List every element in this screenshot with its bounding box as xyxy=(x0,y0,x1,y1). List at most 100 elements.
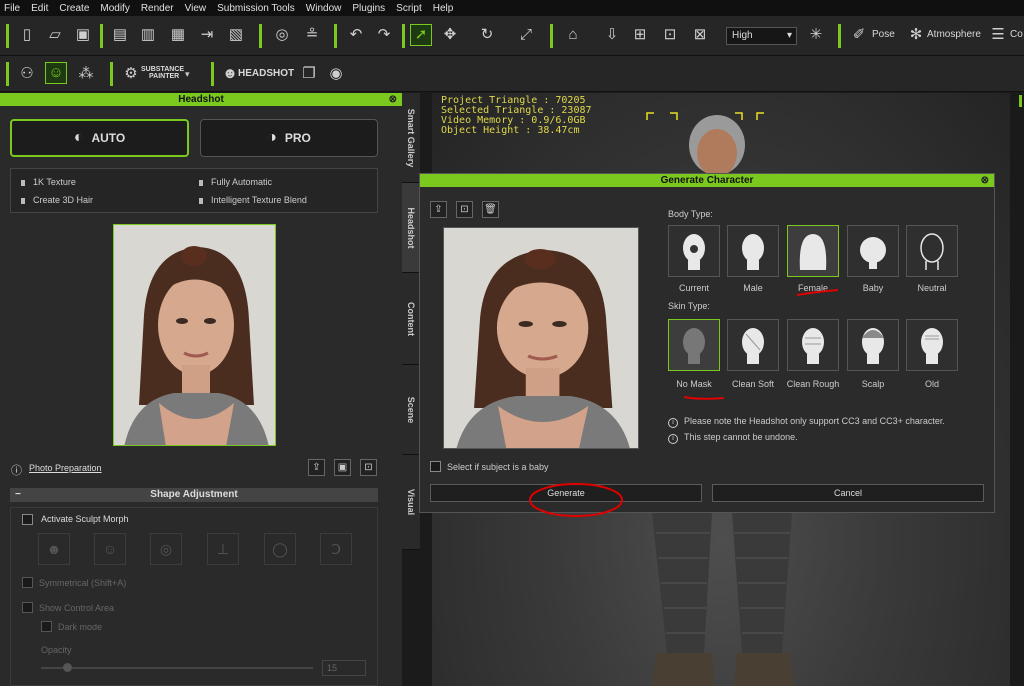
light-icon[interactable]: ✳ xyxy=(806,25,826,45)
crop-image-icon[interactable]: ⊡ xyxy=(360,459,377,476)
export-icon[interactable]: ⇥ xyxy=(197,25,217,45)
headshot-tool-icon[interactable]: ☺ xyxy=(45,62,67,84)
head-icon[interactable]: ◉ xyxy=(326,64,346,84)
headshot-logo-icon[interactable]: ☻ xyxy=(220,64,240,84)
save-icon[interactable]: ▣ xyxy=(73,25,93,45)
skin-type-old[interactable] xyxy=(906,319,958,371)
fit-icon[interactable]: ⇩ xyxy=(602,25,622,45)
shape-adjustment-header[interactable]: − Shape Adjustment xyxy=(10,488,378,502)
scale-icon[interactable]: ⤢ xyxy=(516,25,536,45)
copy-icon[interactable]: ❐ xyxy=(299,64,319,84)
tab-visual[interactable]: Visual xyxy=(402,455,420,550)
panel-header: Headshot ⊗ xyxy=(0,93,402,106)
pro-mode-button[interactable]: ◑ PRO xyxy=(200,119,378,157)
menu-plugins[interactable]: Plugins xyxy=(352,3,385,14)
texture-icon[interactable]: ◎ xyxy=(272,25,292,45)
undo-icon[interactable]: ↶ xyxy=(346,25,366,45)
tab-content[interactable]: Content xyxy=(402,273,420,365)
cut-label[interactable]: Co xyxy=(1010,29,1023,40)
menu-edit[interactable]: Edit xyxy=(31,3,48,14)
menu-submission-tools[interactable]: Submission Tools xyxy=(217,3,295,14)
open-folder-icon[interactable]: ▱ xyxy=(45,25,65,45)
tab-headshot[interactable]: Headshot xyxy=(402,183,420,273)
tab-scene[interactable]: Scene xyxy=(402,365,420,455)
pose-label[interactable]: Pose xyxy=(872,29,895,40)
safe-frame-icon[interactable]: ⊠ xyxy=(690,25,710,45)
activate-sculpt-label: Activate Sculpt Morph xyxy=(41,514,129,524)
skin-type-clean-rough[interactable] xyxy=(787,319,839,371)
frame-icon[interactable]: ⊞ xyxy=(630,25,650,45)
skin-type-scalp[interactable] xyxy=(847,319,899,371)
quality-select[interactable]: High ▾ xyxy=(726,27,797,45)
skin-type-no-mask[interactable] xyxy=(668,319,720,371)
atmosphere-label[interactable]: Atmosphere xyxy=(927,29,981,40)
crop-photo-icon[interactable]: ⊡ xyxy=(456,201,473,218)
import-ic-icon[interactable]: ▥ xyxy=(138,25,158,45)
body-type-female[interactable] xyxy=(787,225,839,277)
substance-line1: SUBSTANCE xyxy=(141,66,185,73)
menu-create[interactable]: Create xyxy=(59,3,89,14)
body-type-neutral[interactable] xyxy=(906,225,958,277)
body-type-male[interactable] xyxy=(727,225,779,277)
substance-logo-icon[interactable]: ⚙ xyxy=(121,64,141,84)
import-icon[interactable]: ▤ xyxy=(110,25,130,45)
screenshot-icon[interactable]: ⊡ xyxy=(660,25,680,45)
skin-type-clean-soft[interactable] xyxy=(727,319,779,371)
menu-help[interactable]: Help xyxy=(433,3,454,14)
morph-icon[interactable]: ≗ xyxy=(302,25,322,45)
redo-icon[interactable]: ↷ xyxy=(374,25,394,45)
menu-modify[interactable]: Modify xyxy=(100,3,129,14)
save-image-icon[interactable]: ▣ xyxy=(334,459,351,476)
menu-script[interactable]: Script xyxy=(396,3,422,14)
auto-mode-button[interactable]: ◐ AUTO xyxy=(10,119,189,157)
close-icon[interactable]: ⊗ xyxy=(981,174,989,187)
generate-button[interactable]: Generate xyxy=(430,484,702,502)
source-photo[interactable] xyxy=(113,224,276,446)
import-usd-icon[interactable]: ▦ xyxy=(168,25,188,45)
generate-label: Generate xyxy=(547,488,585,498)
clean-rough-head-icon xyxy=(802,328,824,364)
tab-smart-gallery[interactable]: Smart Gallery xyxy=(402,93,420,183)
show-control-label: Show Control Area xyxy=(39,603,115,613)
pro-label: PRO xyxy=(284,131,311,145)
new-file-icon[interactable]: ▯ xyxy=(17,25,37,45)
baby-checkbox[interactable] xyxy=(430,461,441,472)
move-icon[interactable]: ✥ xyxy=(440,25,460,45)
activate-sculpt-checkbox[interactable] xyxy=(22,514,33,525)
body-type-baby[interactable] xyxy=(847,225,899,277)
toolbar-separator xyxy=(100,24,103,48)
info-icon: i xyxy=(668,418,678,428)
menu-window[interactable]: Window xyxy=(306,3,342,14)
settings-icon[interactable]: ☰ xyxy=(988,25,1008,45)
sculpt-eye-icon: ◎ xyxy=(150,533,182,565)
skin-type-label: Skin Type: xyxy=(668,301,710,311)
atmosphere-icon[interactable]: ✻ xyxy=(906,25,926,45)
menu-render[interactable]: Render xyxy=(141,3,174,14)
body-type-current[interactable] xyxy=(668,225,720,277)
headshot-label[interactable]: HEADSHOT xyxy=(238,68,294,79)
body-type-label: Body Type: xyxy=(668,209,713,219)
rotate-icon[interactable]: ↻ xyxy=(477,25,497,45)
delete-icon[interactable]: 🗑 xyxy=(482,201,499,218)
close-icon[interactable]: ⊗ xyxy=(389,93,397,106)
pose-icon[interactable]: ✐ xyxy=(849,25,869,45)
old-head-icon xyxy=(921,328,943,364)
render-icon[interactable]: ▧ xyxy=(226,25,246,45)
side-tab-strip: Smart Gallery Headshot Content Scene Vis… xyxy=(402,93,420,550)
dark-mode-checkbox xyxy=(41,621,52,632)
character-icon[interactable]: ⚇ xyxy=(17,64,37,84)
menu-file[interactable]: File xyxy=(4,3,20,14)
chevron-down-icon[interactable]: ▾ xyxy=(185,69,190,80)
menu-view[interactable]: View xyxy=(185,3,207,14)
group-icon[interactable]: ⁂ xyxy=(76,64,96,84)
select-arrow-icon[interactable]: ➚ xyxy=(410,24,432,46)
cancel-button[interactable]: Cancel xyxy=(712,484,984,502)
load-image-icon[interactable]: ⇪ xyxy=(308,459,325,476)
headshot-panel: Headshot ⊗ ◐ AUTO ◑ PRO 1K Texture Fully… xyxy=(0,93,402,686)
menu-bar: File Edit Create Modify Render View Subm… xyxy=(0,0,1024,16)
home-camera-icon[interactable]: ⌂ xyxy=(563,25,583,45)
photo-preparation-link[interactable]: Photo Preparation xyxy=(29,463,102,473)
load-photo-icon[interactable]: ⇪ xyxy=(430,201,447,218)
secondary-toolbar: ⚇ ☺ ⁂ ⚙ SUBSTANCE PAINTER ▾ ☻ HEADSHOT ❐… xyxy=(0,56,1024,92)
substance-painter-label[interactable]: SUBSTANCE PAINTER xyxy=(141,66,184,80)
